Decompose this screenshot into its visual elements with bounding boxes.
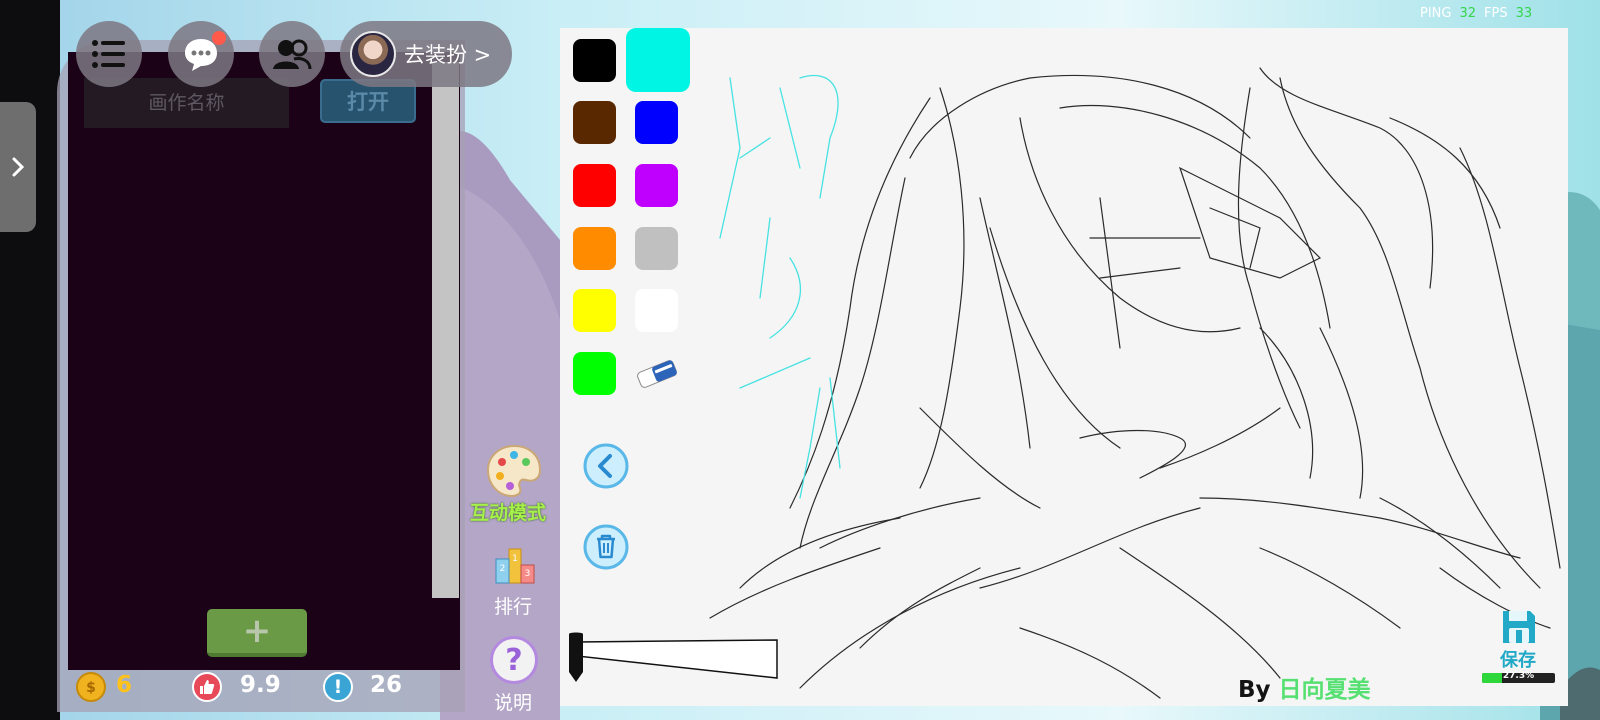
thumbs-up-icon — [192, 672, 222, 702]
gallery-scrollbar[interactable] — [432, 62, 459, 598]
signature-prefix: By — [1238, 677, 1279, 703]
list-icon — [92, 40, 125, 68]
color-swatch-brown[interactable] — [573, 101, 616, 144]
coin-icon: $ — [76, 672, 106, 702]
signature-name: 日向夏美 — [1278, 677, 1371, 703]
fps-value: 33 — [1515, 6, 1533, 21]
ranking-label[interactable]: 排行 — [494, 592, 532, 619]
ping-value: 32 — [1459, 6, 1477, 21]
friends-icon — [273, 39, 312, 70]
color-swatch-blue[interactable] — [635, 101, 678, 144]
color-swatch-selected[interactable] — [626, 28, 690, 92]
sketch-drawing — [709, 67, 1561, 699]
ping-label: PING — [1420, 6, 1452, 21]
notification-dot — [212, 31, 226, 45]
color-swatch-white[interactable] — [635, 289, 678, 332]
help-label[interactable]: 说明 — [494, 688, 532, 715]
chevron-right-icon — [12, 157, 25, 177]
author-signature: By 日向夏美 — [1238, 670, 1371, 704]
brush-size-slider[interactable] — [567, 632, 783, 684]
performance-hud: PING 32 FPS 33 — [1420, 6, 1532, 21]
svg-text:$: $ — [86, 680, 96, 696]
svg-text:3: 3 — [525, 569, 531, 579]
color-swatch-purple[interactable] — [635, 164, 678, 207]
palette-icon[interactable] — [486, 442, 542, 498]
exclamation-icon: ! — [323, 672, 353, 702]
podium-icon[interactable]: 1 2 3 — [494, 545, 536, 585]
dress-up-label: 去装扮 > — [404, 43, 492, 67]
eraser-icon[interactable] — [634, 356, 680, 392]
dress-up-button[interactable]: 去装扮 > — [340, 21, 512, 87]
friends-button[interactable] — [259, 21, 325, 87]
color-swatch-black[interactable] — [573, 39, 616, 82]
svg-text:1: 1 — [512, 554, 518, 564]
report-count: 26 — [370, 672, 403, 698]
coin-count: 6 — [116, 672, 133, 698]
color-swatch-green[interactable] — [573, 352, 616, 395]
floppy-disk-icon[interactable] — [1500, 608, 1538, 646]
question-icon[interactable]: ? — [490, 636, 538, 684]
color-swatch-orange[interactable] — [573, 227, 616, 270]
color-swatch-red[interactable] — [573, 164, 616, 207]
clear-canvas-button[interactable] — [583, 524, 629, 570]
color-swatch-gray[interactable] — [635, 227, 678, 270]
rating-value: 9.9 — [240, 672, 281, 698]
slider-handle — [569, 632, 583, 682]
interactive-mode-label[interactable]: 互动模式 — [470, 498, 546, 525]
add-painting-button[interactable]: + — [207, 609, 307, 657]
menu-button[interactable] — [76, 21, 142, 87]
gallery-list[interactable] — [68, 52, 460, 670]
fps-label: FPS — [1484, 6, 1508, 21]
svg-text:2: 2 — [500, 564, 506, 574]
avatar — [350, 31, 396, 77]
undo-button[interactable] — [583, 443, 629, 489]
color-swatch-yellow[interactable] — [573, 289, 616, 332]
side-drawer-toggle[interactable] — [0, 102, 36, 232]
chat-button[interactable] — [168, 21, 234, 87]
save-label[interactable]: 保存 — [1500, 646, 1536, 672]
save-progress-text: 27.3% — [1502, 671, 1535, 681]
